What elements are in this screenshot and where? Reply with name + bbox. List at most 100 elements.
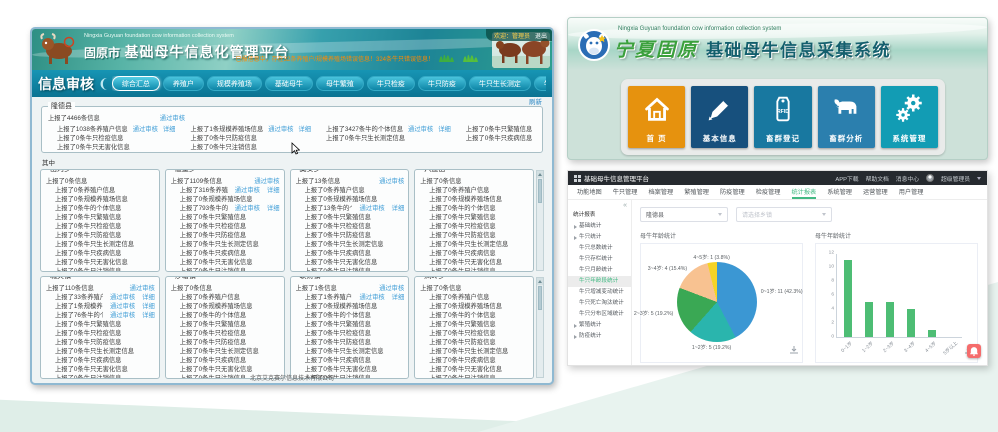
tab-9[interactable]: 牛只疾病	[534, 76, 546, 91]
nav-item-10[interactable]: 用户管理	[899, 185, 924, 199]
sidebar-item[interactable]: 牛只增减变动统计	[568, 287, 631, 298]
detail-link[interactable]: 详细	[163, 125, 176, 134]
township-panel: 奠安乡上报了13条信息通过审核上报了0条养殖户信息上报了0条规模养殖场信息上报了…	[290, 169, 410, 272]
approve-link[interactable]: 通过审核	[110, 311, 135, 320]
approve-link[interactable]: 通过审核	[408, 125, 433, 134]
approve-link[interactable]: 通过审核	[379, 177, 404, 186]
sidebar-collapse-icon[interactable]: «	[568, 201, 631, 210]
nav-item-2[interactable]: 牛只管理	[613, 185, 638, 199]
nav-item-5[interactable]: 防疫管理	[720, 185, 745, 199]
basic-info-button[interactable]: 基本信息	[691, 86, 748, 148]
message-center-link[interactable]: 消息中心	[896, 174, 919, 183]
detail-link[interactable]: 详细	[392, 293, 405, 302]
approve-link[interactable]: 通过审核	[359, 204, 384, 213]
detail-link[interactable]: 详细	[142, 311, 155, 320]
chevron-down-icon	[977, 177, 981, 180]
approve-link[interactable]: 通过审核	[359, 293, 384, 302]
collection-subtitle-en: Ningxia Guyuan foundation cow informatio…	[618, 26, 781, 32]
nav-item-9[interactable]: 运营管理	[863, 185, 888, 199]
sidebar-item[interactable]: 基础统计	[568, 221, 631, 232]
sidebar-item[interactable]: 牛只统计	[568, 232, 631, 243]
user-avatar[interactable]	[926, 174, 934, 182]
approve-link[interactable]: 通过审核	[235, 186, 260, 195]
sidebar-item[interactable]: 统计报表	[568, 210, 631, 221]
report-line: 上报了0条牛只生长测定信息	[420, 240, 529, 249]
nav-item-7[interactable]: 统计报表	[792, 185, 817, 199]
approve-link[interactable]: 通过审核	[110, 302, 135, 311]
tab-7[interactable]: 牛只防疫	[418, 76, 466, 91]
tab-3[interactable]: 规模养殖场	[207, 76, 262, 91]
sidebar-item[interactable]: 牛只月龄统计	[568, 265, 631, 276]
detail-link[interactable]: 详细	[142, 302, 155, 311]
detail-link[interactable]: 详细	[392, 204, 405, 213]
approve-link[interactable]: 通过审核	[130, 284, 155, 293]
sidebar-item[interactable]: 牛只存栏统计	[568, 254, 631, 265]
welcome-text: 欢迎：管理员	[494, 31, 530, 40]
nav-item-4[interactable]: 繁殖管理	[684, 185, 709, 199]
tab-6[interactable]: 牛只检疫	[367, 76, 415, 91]
detail-link[interactable]: 详细	[142, 293, 155, 302]
sidebar-item[interactable]: 牛只分布区域统计	[568, 309, 631, 320]
sidebar-item[interactable]: 牛只年龄段统计	[568, 276, 631, 287]
scrollbar[interactable]	[536, 170, 544, 271]
pie-label: 4~5岁: 1 (3.8%)	[693, 254, 729, 261]
collection-title-main: 基础母牛信息采集系统	[706, 36, 891, 61]
region-select[interactable]: 隆德县	[640, 207, 728, 222]
help-doc-link[interactable]: 帮助文档	[866, 174, 889, 183]
dashboard-window: 基础母牛信息管理平台 APP下载 帮助文档 消息中心 超级管理员 功能地图牛只管…	[567, 170, 988, 366]
report-line: 上报了0条牛只生长测定信息	[171, 347, 280, 356]
sidebar-item[interactable]: 繁殖统计	[568, 320, 631, 331]
tab-4[interactable]: 基础母牛	[265, 76, 313, 91]
grass-icon	[438, 49, 456, 67]
home-button[interactable]: 首 页	[628, 86, 685, 148]
logout-link[interactable]: 退出	[535, 31, 547, 40]
tab-5[interactable]: 母牛繁殖	[316, 76, 364, 91]
system-settings-button[interactable]: 系统管理	[881, 86, 938, 148]
app-download-link[interactable]: APP下载	[835, 174, 858, 183]
bar	[844, 260, 852, 337]
refresh-link[interactable]: 刷新	[529, 96, 542, 106]
sidebar-item[interactable]: 牛只总数统计	[568, 243, 631, 254]
scrollbar-thumb[interactable]	[538, 286, 542, 310]
approve-link[interactable]: 通过审核	[268, 125, 293, 134]
scrollbar-thumb[interactable]	[538, 179, 542, 203]
herd-analysis-button[interactable]: 畜群分析	[818, 86, 875, 148]
report-line: 上报了0条牛只检疫信息	[46, 222, 155, 231]
detail-link[interactable]: 详细	[298, 125, 311, 134]
cow-badge-icon	[578, 29, 610, 66]
y-tick-label: 0	[831, 335, 837, 340]
sidebar-item[interactable]: 牛只死亡淘汰统计	[568, 298, 631, 309]
download-icon[interactable]	[790, 341, 798, 359]
nav-item-3[interactable]: 档案管理	[649, 185, 674, 199]
report-line: 上报了0条规模养殖场信息	[420, 195, 529, 204]
alert-fab-button[interactable]	[967, 344, 981, 358]
tab-1[interactable]: 综合汇总	[112, 76, 160, 91]
approve-link[interactable]: 通过审核	[160, 114, 185, 123]
town-select[interactable]: 请选择乡镇	[736, 207, 832, 222]
approve-link[interactable]: 通过审核	[254, 177, 279, 186]
bar-plot: 0246810120~1岁1~2岁2~3岁3~4岁4~5岁5岁以上	[836, 254, 962, 338]
tab-8[interactable]: 牛只生长测定	[469, 76, 531, 91]
scrollbar[interactable]	[536, 277, 544, 378]
detail-link[interactable]: 详细	[267, 204, 280, 213]
bar-chart-area: 0246810120~1岁1~2岁2~3岁3~4岁4~5岁5岁以上	[815, 243, 978, 363]
approve-link[interactable]: 通过审核	[235, 204, 260, 213]
approve-link[interactable]: 通过审核	[379, 284, 404, 293]
detail-link[interactable]: 详细	[438, 125, 451, 134]
herd-register-button[interactable]: RFID 畜群登记	[754, 86, 811, 148]
user-menu[interactable]: 超级管理员	[941, 174, 970, 183]
filter-row: 隆德县 请选择乡镇	[640, 207, 979, 222]
detail-link[interactable]: 详细	[267, 186, 280, 195]
approve-link[interactable]: 通过审核	[133, 125, 158, 134]
report-line: 上报了0条牛只检疫信息	[46, 329, 155, 338]
nav-item-8[interactable]: 系统管理	[827, 185, 852, 199]
township-name: 六盘山	[421, 169, 448, 174]
tab-2[interactable]: 养殖户	[163, 76, 204, 91]
approve-link[interactable]: 通过审核	[110, 293, 135, 302]
y-tick-label: 10	[829, 265, 837, 270]
report-line: 上报了0条信息	[171, 284, 280, 293]
nav-item-6[interactable]: 检疫管理	[756, 185, 781, 199]
sidebar-item[interactable]: 防疫统计	[568, 331, 631, 342]
nav-item-1[interactable]: 功能地图	[577, 185, 602, 199]
pie-chart	[677, 262, 757, 342]
